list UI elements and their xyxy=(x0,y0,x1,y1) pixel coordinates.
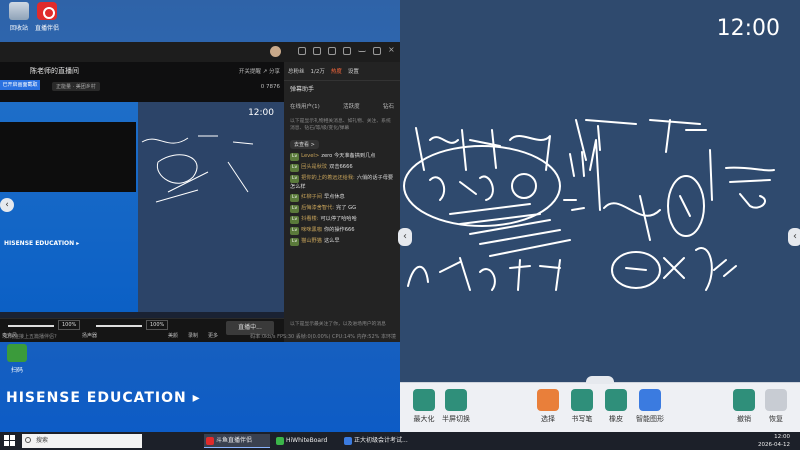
list-item: Lv 抖看楼: 可以停了哈哈哈 xyxy=(290,216,357,224)
shapes-icon xyxy=(639,389,661,411)
preview-nested-window xyxy=(0,122,136,192)
stream-preview: HISENSE EDUCATION ▸ 12:00 ‹ xyxy=(0,102,284,324)
right-expand-icon[interactable]: ‹ xyxy=(788,228,800,246)
preview-desktop: HISENSE EDUCATION ▸ xyxy=(0,102,138,324)
close-icon[interactable]: × xyxy=(388,45,396,54)
list-item: Lv 回头是秋玟 双击6666 xyxy=(290,164,353,172)
room-category[interactable]: 正能量 · 美团乡村 xyxy=(52,82,100,91)
list-item: Lv Level> zero 今天准备搞到几点 xyxy=(290,153,376,161)
swap-icon xyxy=(445,389,467,411)
preview-whiteboard: 12:00 xyxy=(138,102,284,314)
task-live-companion[interactable]: 斗鱼直播伴侣 xyxy=(204,434,270,448)
scan-label: 扫码 xyxy=(10,367,23,374)
tab-activity[interactable]: 活跃度 xyxy=(343,102,360,110)
preview-ink xyxy=(141,135,254,203)
select-cursor-icon xyxy=(537,389,559,411)
maximize-icon xyxy=(413,389,435,411)
desktop: 回收站 直播伴侣 × 已开启画面截取 陈老师的直播间 正能量 · 美团乡村 开关… xyxy=(0,0,400,432)
toolbar-handle[interactable] xyxy=(586,376,614,384)
mic-volume-slider[interactable] xyxy=(8,325,54,327)
list-item: Lv 把你的上的着远还给我: 六俏的话子母要怎么样 xyxy=(290,175,394,190)
fans-label: 总粉丝 xyxy=(288,69,305,75)
recycle-bin-label: 回收站 xyxy=(9,25,28,32)
list-item: Lv 后悔漆舍智代: 完了 GG xyxy=(290,205,357,213)
view-more-button[interactable]: 去查看 > xyxy=(290,140,319,149)
room-actions[interactable]: 开关提醒 ↗ 分享 xyxy=(239,67,280,75)
settings-icon[interactable] xyxy=(328,47,336,55)
desktop-brand: HISENSE EDUCATION ▸ xyxy=(6,390,201,406)
smart-shapes-button[interactable]: 智能图形 xyxy=(630,389,670,424)
scan-app-icon xyxy=(7,344,27,362)
half-screen-button[interactable]: 半屏切换 xyxy=(436,389,476,424)
room-stats: 0 7876 xyxy=(260,84,280,90)
whiteboard-toolbar: 最大化 半屏切换 选择 书写笔 橡皮 智能图形 撤销 恢复 xyxy=(400,382,800,432)
system-clock[interactable]: 12:00 2026-04-12 xyxy=(758,433,790,449)
scan-shortcut[interactable]: 扫码 xyxy=(0,344,34,374)
undo-icon xyxy=(733,389,755,411)
live-companion-icon xyxy=(206,437,214,445)
chat-panel: 总粉丝 1/2万 热度 设置 弹幕助手 在线用户(1) 活跃度 钻石 以下是显示… xyxy=(284,62,400,342)
recycle-bin-icon xyxy=(9,2,29,20)
taskbar-search-input[interactable]: 搜索 xyxy=(22,434,142,448)
speaker-volume-value[interactable]: 100% xyxy=(146,320,169,330)
whiteboard[interactable]: 12:00 ‹ ‹ 最大化 半屏切换 选择 书写笔 橡皮 智能图形 撤销 恢复 xyxy=(398,0,800,432)
live-streaming-window: × 已开启画面截取 陈老师的直播间 正能量 · 美团乡村 开关提醒 ↗ 分享 0… xyxy=(0,42,400,342)
preview-left-arrow-icon[interactable]: ‹ xyxy=(0,198,14,212)
live-companion-shortcut[interactable]: 直播伴侣 xyxy=(30,2,64,32)
list-item: Lv 红柳子间 早点休息 xyxy=(290,194,345,202)
chat-header: 总粉丝 1/2万 热度 设置 xyxy=(284,62,400,80)
more-button[interactable]: 更多 xyxy=(208,332,218,339)
room-title: 陈老师的直播间 xyxy=(30,67,79,75)
task-whiteboard[interactable]: HiWhiteBoard xyxy=(274,434,340,448)
whiteboard-app-icon xyxy=(276,437,284,445)
message-list: Lv Level> zero 今天准备搞到几点 Lv 回头是秋玟 双击6666 Lv 把你… xyxy=(284,151,400,247)
windows-start-icon[interactable] xyxy=(4,435,16,447)
search-icon xyxy=(25,437,31,443)
heat-label: 热度 xyxy=(330,69,342,75)
beauty-button[interactable]: 美颜 xyxy=(168,332,178,339)
eraser-icon xyxy=(605,389,627,411)
tab-diamonds[interactable]: 钻石 xyxy=(383,102,394,110)
maximize-window-icon[interactable] xyxy=(373,47,381,55)
message-icon[interactable] xyxy=(298,47,306,55)
pen-icon xyxy=(571,389,593,411)
capture-toggle-button[interactable]: 已开启画面截取 xyxy=(0,80,40,90)
help-link[interactable]: 如何连接上五篇播伴侣? xyxy=(4,333,57,340)
tab-online-users[interactable]: 在线用户(1) xyxy=(290,102,320,110)
speaker-volume-slider[interactable] xyxy=(96,325,142,327)
performance-stats: 码率:0kb/s FPS:30 丢帧:0(0.00%) CPU:14% 内存:5… xyxy=(250,334,396,340)
settings-link[interactable]: 设置 xyxy=(348,67,359,75)
danmu-assistant-title: 弹幕助手 xyxy=(284,80,400,96)
menu-icon[interactable] xyxy=(343,47,351,55)
chat-notice: 以下是显示礼物相关消息、如礼物、关注、系统消息、钻石/等/级/变化/弹幕 xyxy=(290,119,391,131)
live-companion-icon xyxy=(37,2,57,20)
chat-footer-notice: 以下是显示最关注了你，以及进场用户的消息 xyxy=(290,322,386,327)
avatar[interactable] xyxy=(270,46,281,57)
live-main-area: 已开启画面截取 陈老师的直播间 正能量 · 美团乡村 开关提醒 ↗ 分享 0 7… xyxy=(0,62,284,342)
record-button[interactable]: 录制 xyxy=(188,332,198,339)
live-companion-label: 直播伴侣 xyxy=(34,25,59,32)
handwriting-ink xyxy=(403,119,775,291)
preview-brand: HISENSE EDUCATION ▸ xyxy=(4,240,80,247)
fans-count: 1/2万 xyxy=(310,69,325,75)
redo-icon xyxy=(765,389,787,411)
live-titlebar: × xyxy=(0,42,400,62)
headset-icon[interactable] xyxy=(313,47,321,55)
mic-volume-value[interactable]: 100% xyxy=(58,320,81,330)
list-item: Lv 咪咪黑咖 你的操作666 xyxy=(290,227,355,235)
speaker-label: 扬声器 xyxy=(82,333,98,339)
exam-app-icon xyxy=(344,437,352,445)
task-exam[interactable]: 正大初级会计考试... xyxy=(342,434,418,448)
list-item: Lv 猫山野猫 这么早 xyxy=(290,238,340,246)
minimize-icon[interactable] xyxy=(358,47,366,52)
chat-tabs: 在线用户(1) 活跃度 钻石 xyxy=(284,96,400,116)
redo-button[interactable]: 恢复 xyxy=(756,389,796,424)
left-expand-icon[interactable]: ‹ xyxy=(398,228,412,246)
windows-taskbar: 搜索 斗鱼直播伴侣 HiWhiteBoard 正大初级会计考试... 12:00… xyxy=(0,432,800,450)
